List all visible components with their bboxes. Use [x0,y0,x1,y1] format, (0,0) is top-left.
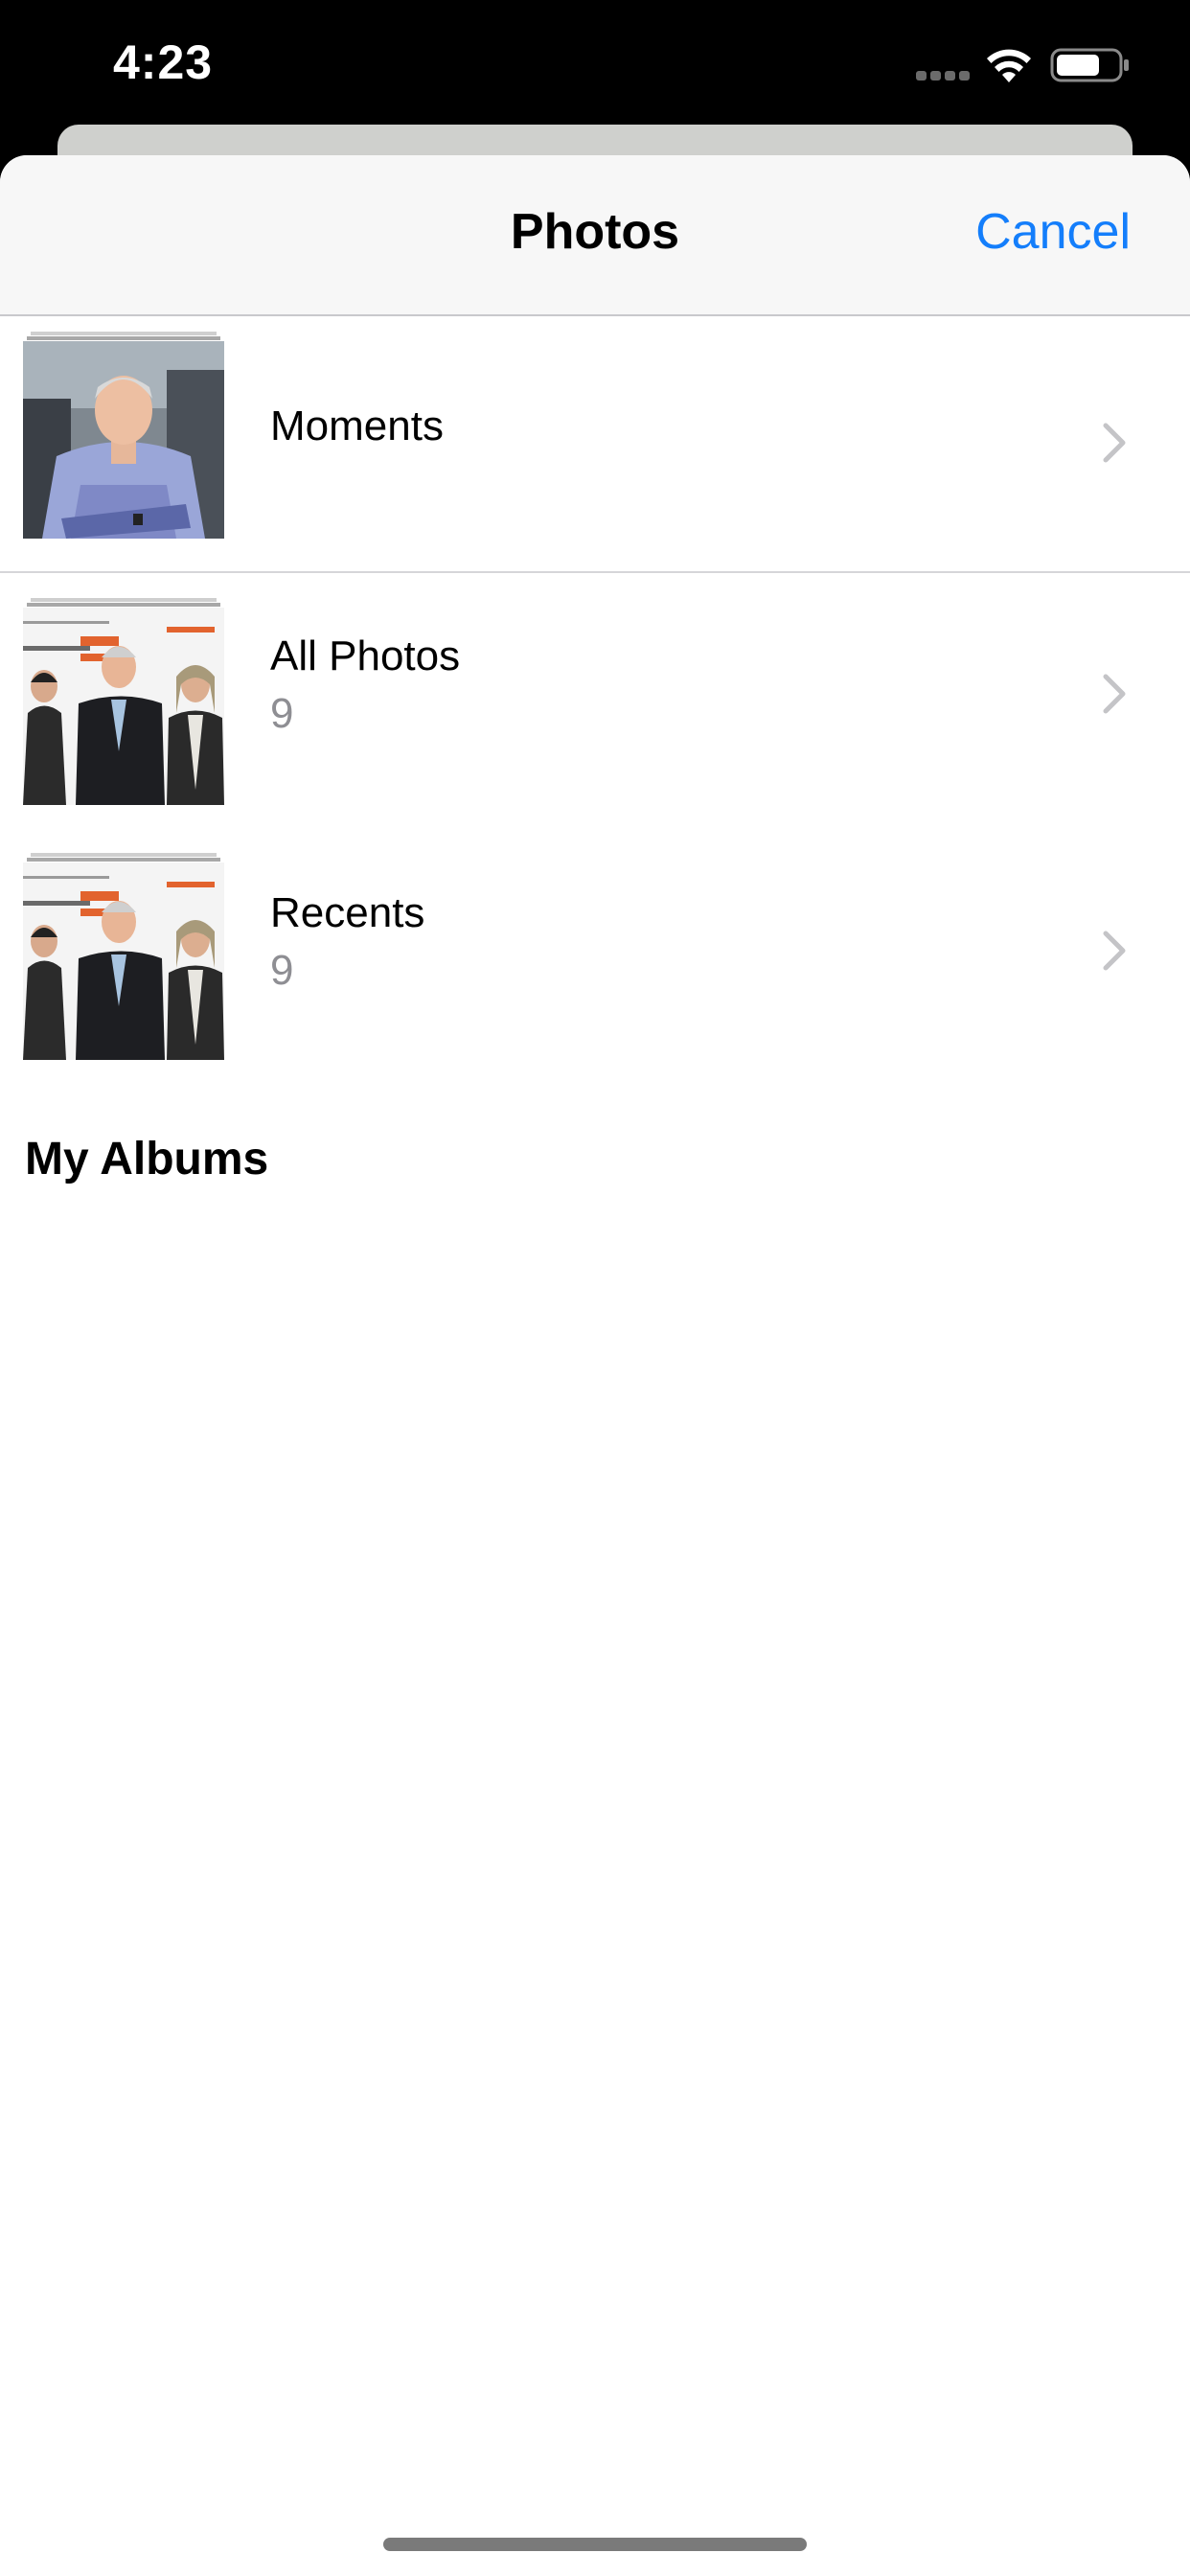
section-header-my-albums: My Albums [25,1134,269,1184]
home-indicator[interactable] [383,2538,807,2551]
album-row-recents[interactable]: Recents 9 [0,830,1190,1085]
album-thumbnail [23,853,224,1060]
album-row-all-photos[interactable]: All Photos 9 [0,573,1190,830]
cancel-button[interactable]: Cancel [975,203,1131,261]
cellular-signal-icon [916,71,970,80]
album-count: 9 [270,690,294,737]
status-bar: 4:23 [0,0,1190,125]
photo-thumbnail-image [23,608,224,805]
album-thumbnail [23,332,224,539]
navigation-bar: Photos Cancel [0,155,1190,316]
album-title: Moments [270,402,444,449]
battery-icon [1050,48,1129,82]
status-time: 4:23 [113,35,214,89]
photo-picker-sheet: Photos Cancel Moments All Photos 9 Recen… [0,155,1190,2576]
photo-thumbnail-image [23,341,224,539]
album-thumbnail [23,598,224,805]
album-row-moments[interactable]: Moments [0,316,1190,571]
chevron-right-icon [1103,674,1126,714]
album-title: All Photos [270,632,461,679]
album-title: Recents [270,889,425,936]
photo-thumbnail-image [23,862,224,1060]
album-count: 9 [270,947,294,994]
chevron-right-icon [1103,423,1126,463]
chevron-right-icon [1103,931,1126,971]
wifi-icon [987,49,1031,82]
